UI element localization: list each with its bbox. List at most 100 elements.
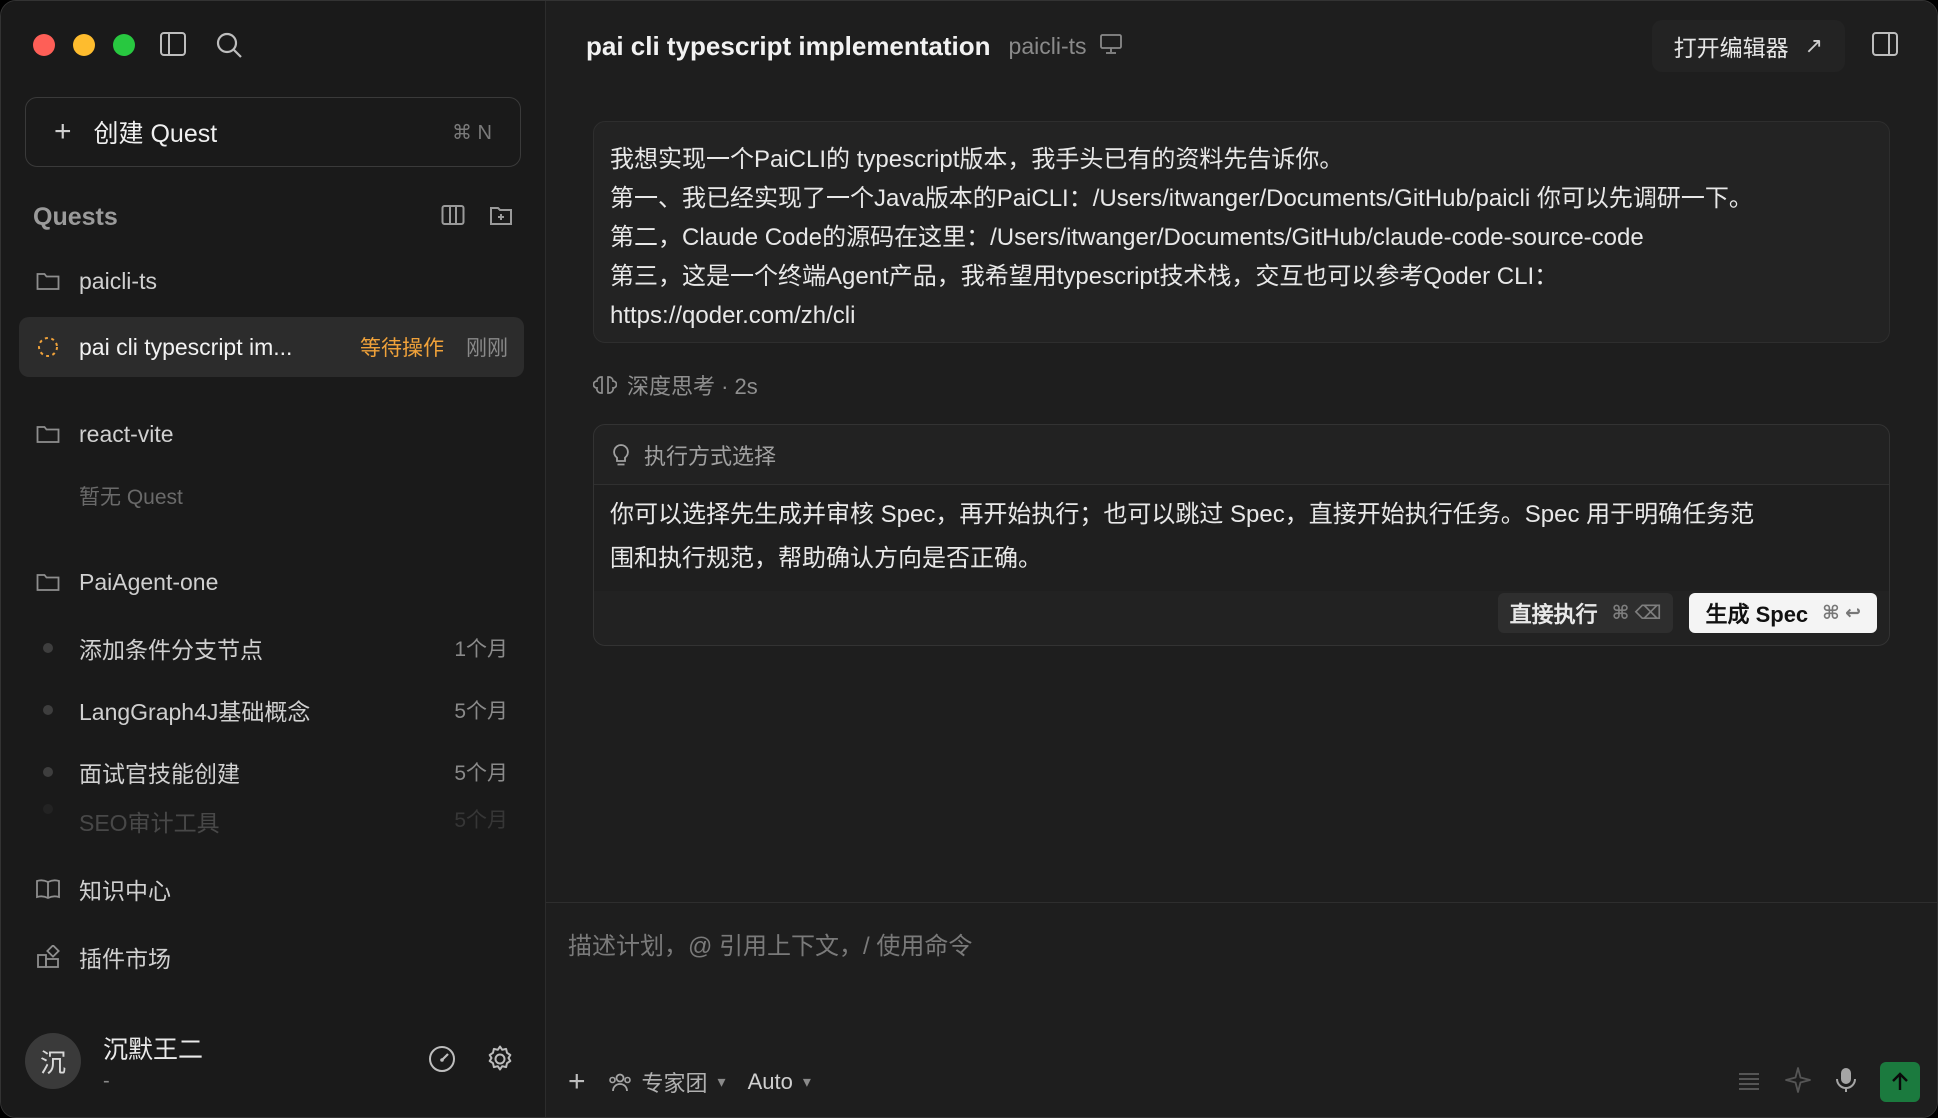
create-quest-label: 创建 Quest (93, 120, 218, 148)
add-attachment-icon[interactable]: + (568, 1065, 586, 1099)
maximize-window-button[interactable] (113, 34, 135, 56)
status-badge: 等待操作 (360, 337, 444, 360)
folder-icon (35, 572, 61, 592)
project-name: PaiAgent-one (79, 568, 219, 595)
team-icon (608, 1073, 631, 1092)
columns-icon[interactable] (441, 204, 465, 231)
folder-icon (35, 271, 61, 291)
main-header: pai cli typescript implementation paicli… (546, 1, 1937, 91)
composer-toolbar: + 专家团 ▾ Auto ▾ (568, 1059, 1920, 1105)
open-editor-label: 打开编辑器 (1673, 35, 1789, 61)
gear-icon[interactable] (485, 1044, 515, 1079)
chevron-down-icon: ▾ (717, 1074, 726, 1091)
message-line: 第二，Claude Code的源码在这里：/Users/itwanger/Doc… (610, 224, 1644, 251)
thinking-indicator[interactable]: 深度思考 · 2s (593, 369, 758, 401)
sidebar-toggle-icon[interactable] (159, 31, 187, 59)
quests-header: Quests (33, 197, 513, 237)
message-line: 我想实现一个PaiCLI的 typescript版本，我手头已有的资料先告诉你。 (610, 146, 1344, 173)
app-window: + 创建 Quest ⌘ N Quests paicli-ts pai cli … (0, 0, 1938, 1118)
team-label: 专家团 (641, 1071, 708, 1096)
right-panel-toggle-icon[interactable] (1871, 31, 1899, 62)
message-line[interactable]: https://qoder.com/zh/cli (610, 296, 1873, 335)
execution-choice-card: 执行方式选择 你可以选择先生成并审核 Spec，再开始执行；也可以跳过 Spec… (593, 424, 1890, 646)
minimize-window-button[interactable] (73, 34, 95, 56)
list-icon[interactable] (1736, 1068, 1762, 1097)
avatar[interactable]: 沉 (25, 1033, 81, 1089)
sidebar-project-react-vite[interactable]: react-vite (19, 404, 524, 464)
dot-icon (43, 705, 53, 715)
plugins-label: 插件市场 (79, 946, 171, 972)
sidebar-quest-active[interactable]: pai cli typescript im... 等待操作 刚刚 (19, 317, 524, 377)
send-button[interactable] (1880, 1062, 1920, 1102)
choice-header: 执行方式选择 (594, 425, 1889, 485)
main-panel: pai cli typescript implementation paicli… (546, 1, 1937, 1117)
quest-time: 刚刚 (466, 337, 508, 360)
open-editor-button[interactable]: 打开编辑器 ↗ (1651, 20, 1845, 72)
generate-spec-label: 生成 Spec (1705, 602, 1809, 627)
new-folder-icon[interactable] (489, 204, 513, 231)
quests-title: Quests (33, 202, 118, 231)
generate-spec-shortcut: ⌘ ↩ (1822, 602, 1861, 624)
dot-icon (43, 643, 53, 653)
monitor-icon[interactable] (1099, 33, 1123, 60)
message-input[interactable] (568, 917, 1908, 977)
choice-title: 执行方式选择 (644, 443, 777, 469)
sidebar-item-knowledge[interactable]: 知识中心 (19, 859, 524, 919)
loading-spinner-icon (35, 335, 61, 359)
empty-quest-placeholder: 暂无 Quest (19, 466, 524, 526)
quest-time: 1个月 (454, 638, 508, 661)
project-name: paicli-ts (79, 267, 157, 294)
user-name: 沉默王二 (103, 1035, 204, 1064)
direct-execute-label: 直接执行 (1509, 602, 1598, 627)
microphone-icon[interactable] (1834, 1066, 1858, 1099)
sparkle-icon[interactable] (1784, 1066, 1812, 1099)
message-line: 第一、我已经实现了一个Java版本的PaiCLI：/Users/itwanger… (610, 185, 1753, 212)
window-controls (33, 34, 135, 56)
sidebar-project-paiagent-one[interactable]: PaiAgent-one (19, 552, 524, 612)
dot-icon (43, 804, 53, 814)
choice-text-line: 你可以选择先生成并审核 Spec，再开始执行；也可以跳过 Spec，直接开始执行… (610, 501, 1755, 528)
expert-team-selector[interactable]: 专家团 ▾ (608, 1066, 726, 1098)
book-icon (35, 878, 61, 900)
page-title: pai cli typescript implementation (586, 30, 991, 61)
gauge-icon[interactable] (427, 1044, 457, 1079)
user-subtitle: - (103, 1069, 110, 1092)
quest-title: LangGraph4J基础概念 (79, 699, 311, 725)
user-message: 我想实现一个PaiCLI的 typescript版本，我手头已有的资料先告诉你。… (593, 121, 1890, 343)
chevron-down-icon: ▾ (802, 1074, 811, 1091)
choice-text-line: 围和执行规范，帮助确认方向是否正确。 (610, 545, 1042, 572)
composer: + 专家团 ▾ Auto ▾ (546, 902, 1937, 1117)
create-quest-button[interactable]: + 创建 Quest ⌘ N (25, 97, 521, 167)
direct-execute-button[interactable]: 直接执行 ⌘ ⌫ (1497, 593, 1674, 633)
user-profile: 沉 沉默王二 - (25, 1031, 515, 1092)
close-window-button[interactable] (33, 34, 55, 56)
quest-time: 5个月 (454, 809, 508, 832)
mode-label: Auto (747, 1069, 793, 1094)
generate-spec-button[interactable]: 生成 Spec ⌘ ↩ (1689, 593, 1877, 633)
quest-title: 添加条件分支节点 (79, 637, 263, 663)
quest-title: 面试官技能创建 (79, 761, 240, 787)
sidebar-project-paicli-ts[interactable]: paicli-ts (19, 251, 524, 311)
brain-icon (593, 376, 617, 394)
list-item[interactable]: SEO审计工具 5个月 (19, 804, 524, 834)
project-name: react-vite (79, 420, 174, 447)
search-icon[interactable] (215, 31, 243, 59)
choice-description: 你可以选择先生成并审核 Spec，再开始执行；也可以跳过 Spec，直接开始执行… (594, 485, 1889, 591)
thinking-label: 深度思考 · 2s (627, 374, 758, 399)
project-label: paicli-ts (1008, 32, 1087, 59)
knowledge-label: 知识中心 (79, 878, 171, 904)
plus-icon: + (54, 115, 72, 148)
plugin-icon (35, 945, 61, 969)
quest-title: SEO审计工具 (79, 810, 220, 834)
sidebar-item-plugins[interactable]: 插件市场 (19, 927, 524, 987)
list-item[interactable]: LangGraph4J基础概念 5个月 (19, 680, 524, 740)
folder-icon (35, 424, 61, 444)
dot-icon (43, 767, 53, 777)
direct-execute-shortcut: ⌘ ⌫ (1611, 602, 1662, 624)
mode-selector[interactable]: Auto ▾ (748, 1069, 811, 1095)
lightbulb-icon (613, 443, 629, 465)
quest-title: pai cli typescript im... (79, 333, 293, 360)
arrow-up-right-icon: ↗ (1804, 33, 1823, 58)
list-item[interactable]: 添加条件分支节点 1个月 (19, 618, 524, 678)
list-item[interactable]: 面试官技能创建 5个月 (19, 742, 524, 802)
